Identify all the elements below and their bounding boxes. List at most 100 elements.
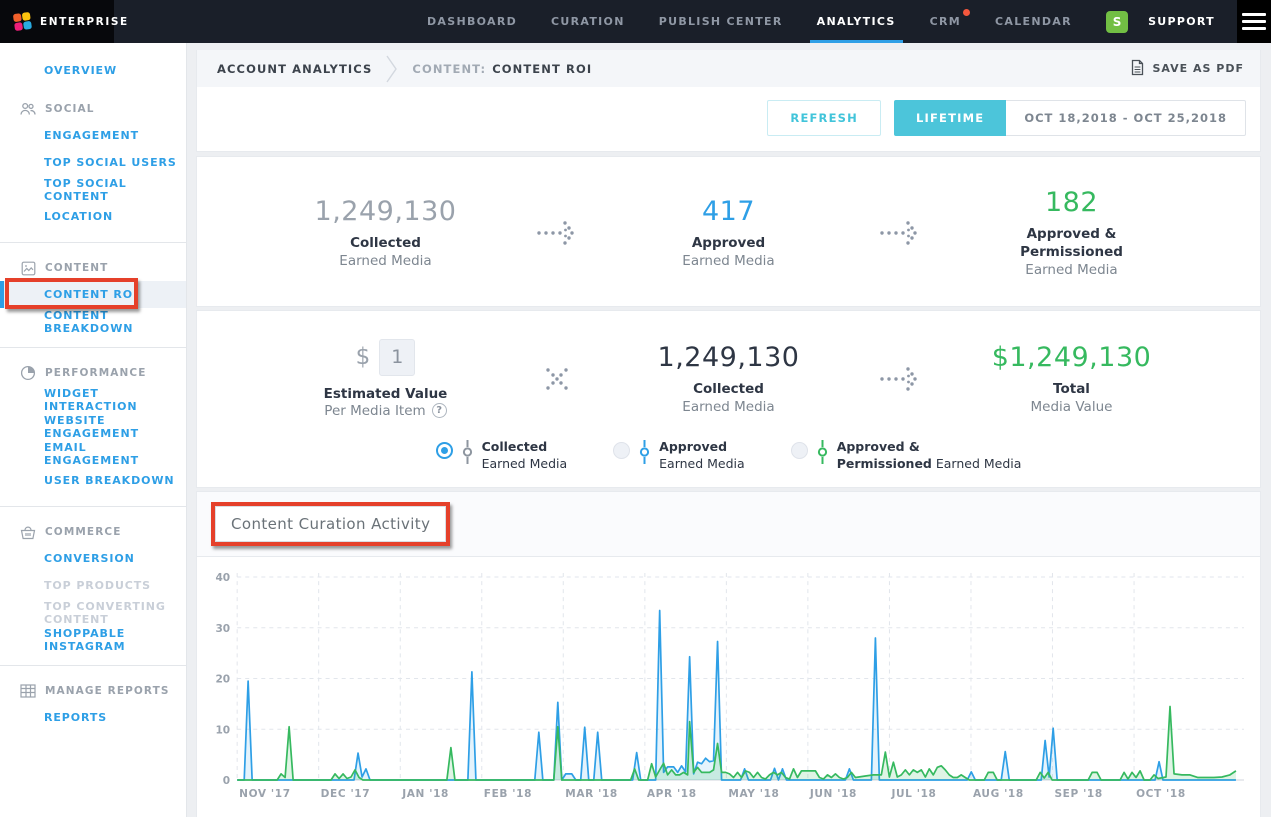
sidebar-item-label: TOP CONVERTING CONTENT: [44, 600, 186, 626]
chart-title: Content Curation Activity: [215, 506, 446, 542]
menu-icon[interactable]: [1237, 0, 1271, 43]
nav-item-label: CALENDAR: [995, 15, 1072, 28]
sidebar-divider: [0, 347, 186, 348]
nav-item-publish-center[interactable]: PUBLISH CENTER: [642, 0, 800, 43]
x-tick-label: JUL '18: [890, 788, 936, 800]
media-option-approved-permissioned[interactable]: Approved &Permissioned Earned Media: [791, 439, 1022, 473]
currency-symbol: $: [356, 344, 371, 370]
sidebar-section-social: SOCIAL: [0, 96, 186, 122]
top-nav: ENTERPRISE DASHBOARD CURATION PUBLISH CENT…: [0, 0, 1271, 43]
approved-stat: 417 Approved Earned Media: [580, 196, 877, 270]
sidebar-item-label: CONVERSION: [44, 552, 135, 565]
sidebar-item-label: CONTENT ROI: [44, 288, 138, 301]
nav-item-label: DASHBOARD: [427, 15, 517, 28]
x-tick-label: JUN '18: [809, 788, 857, 800]
sidebar-item-widget-interaction[interactable]: WIDGET INTERACTION: [0, 386, 186, 413]
y-tick-label: 10: [215, 724, 230, 736]
sidebar-divider: [0, 242, 186, 243]
reports-icon: [20, 683, 36, 699]
sidebar-item-label: LOCATION: [44, 210, 113, 223]
chevron-right-icon: [386, 55, 398, 83]
sidebar-item-location[interactable]: LOCATION: [0, 203, 186, 230]
help-icon[interactable]: ?: [432, 403, 447, 418]
sidebar-item-label: REPORTS: [44, 711, 107, 724]
breadcrumb-page: CONTENT ROI: [492, 62, 592, 76]
sidebar-item-shoppable-instagram[interactable]: SHOPPABLE INSTAGRAM: [0, 626, 186, 653]
nav-item-analytics[interactable]: ANALYTICS: [800, 0, 913, 43]
sidebar-item-reports[interactable]: REPORTS: [0, 704, 186, 731]
nav-item-dashboard[interactable]: DASHBOARD: [410, 0, 534, 43]
lifetime-button[interactable]: LIFETIME: [894, 100, 1006, 136]
save-as-pdf-label: SAVE AS PDF: [1152, 62, 1244, 75]
sidebar-item-engagement[interactable]: ENGAGEMENT: [0, 122, 186, 149]
toolbar: REFRESH LIFETIME OCT 18,2018 - OCT 25,20…: [197, 87, 1260, 151]
chart-grid: NOV '17DEC '17JAN '18FEB '18MAR '18APR '…: [215, 572, 1244, 800]
nav-item-calendar[interactable]: CALENDAR: [978, 0, 1089, 43]
sidebar-item-top-social-content[interactable]: TOP SOCIAL CONTENT: [0, 176, 186, 203]
content-icon: [20, 260, 36, 276]
breadcrumb-account-analytics[interactable]: ACCOUNT ANALYTICS: [217, 62, 372, 76]
sidebar-item-label: TOP SOCIAL USERS: [44, 156, 177, 169]
sidebar-item-label: WEBSITE ENGAGEMENT: [44, 414, 186, 440]
sidebar-item-label: CONTENT BREAKDOWN: [44, 309, 186, 335]
commerce-icon: [20, 524, 36, 540]
sidebar-item-email-engagement[interactable]: EMAIL ENGAGEMENT: [0, 440, 186, 467]
sidebar-item-label: TOP SOCIAL CONTENT: [44, 177, 186, 203]
sidebar-section-label: PERFORMANCE: [45, 367, 146, 379]
earned-media-funnel: 1,249,130 Collected Earned Media 417 App…: [196, 156, 1261, 307]
nav-item-label: ANALYTICS: [817, 15, 896, 28]
sidebar-item-content-roi[interactable]: CONTENT ROI: [0, 281, 186, 308]
sidebar-item-top-social-users[interactable]: TOP SOCIAL USERS: [0, 149, 186, 176]
dotted-arrow-icon: [534, 218, 580, 248]
x-tick-label: AUG '18: [973, 788, 1024, 800]
dotted-arrow-icon: [877, 218, 923, 248]
sidebar-item-label: WIDGET INTERACTION: [44, 387, 186, 413]
sidebar-item-website-engagement[interactable]: WEBSITE ENGAGEMENT: [0, 413, 186, 440]
sidebar-item-user-breakdown[interactable]: USER BREAKDOWN: [0, 467, 186, 494]
sidebar-section-performance: PERFORMANCE: [0, 360, 186, 386]
sidebar-item-top-converting-content: TOP CONVERTING CONTENT: [0, 599, 186, 626]
sidebar: OVERVIEW SOCIALENGAGEMENT TOP SOCIAL USERS…: [0, 43, 187, 817]
brand[interactable]: ENTERPRISE: [0, 0, 114, 43]
radio-unselected-icon[interactable]: [613, 442, 630, 459]
support-link[interactable]: SUPPORT: [1148, 15, 1215, 28]
sidebar-item-label: USER BREAKDOWN: [44, 474, 175, 487]
x-tick-label: DEC '17: [321, 788, 371, 800]
page: ENTERPRISE DASHBOARD CURATION PUBLISH CENT…: [0, 0, 1271, 817]
x-tick-label: OCT '18: [1136, 788, 1186, 800]
sidebar-item-content-breakdown[interactable]: CONTENT BREAKDOWN: [0, 308, 186, 335]
sidebar-section-content: CONTENT: [0, 255, 186, 281]
approved-permissioned-stat: 182 Approved & Permissioned Earned Media: [923, 187, 1220, 280]
notification-dot-icon: [963, 9, 970, 16]
media-type-selector: CollectedEarned Media ApprovedEarned Medi…: [237, 439, 1220, 473]
estimated-value-input[interactable]: [379, 339, 415, 376]
approved-sublabel: Earned Media: [580, 252, 877, 270]
sidebar-item-overview[interactable]: OVERVIEW: [0, 57, 186, 84]
approved-permissioned-value: 182: [923, 187, 1220, 218]
option-label: Approved &Permissioned Earned Media: [837, 439, 1022, 473]
breadcrumb-section: CONTENT:: [412, 62, 486, 76]
sidebar-item-label: EMAIL ENGAGEMENT: [44, 441, 186, 467]
nav-item-crm[interactable]: CRM: [913, 0, 978, 43]
performance-icon: [20, 365, 36, 381]
x-tick-label: MAY '18: [728, 788, 779, 800]
approved-label: Approved: [580, 234, 877, 252]
radio-selected-icon[interactable]: [436, 442, 453, 459]
save-as-pdf-button[interactable]: SAVE AS PDF: [1130, 59, 1244, 79]
nav-item-label: PUBLISH CENTER: [659, 15, 783, 28]
media-option-collected[interactable]: CollectedEarned Media: [436, 439, 568, 473]
annotation-box-chart-title: Content Curation Activity: [211, 502, 450, 546]
approved-permissioned-earned-media-area: [237, 706, 1236, 780]
date-range-button[interactable]: OCT 18,2018 - OCT 25,2018: [1006, 100, 1246, 136]
media-option-approved[interactable]: ApprovedEarned Media: [613, 439, 745, 473]
nav-item-label: CURATION: [551, 15, 625, 28]
collected-label: Collected: [237, 234, 534, 252]
user-avatar[interactable]: S: [1106, 11, 1128, 33]
series-marker-icon: [462, 440, 473, 468]
approved-earned-media-line: [237, 610, 1236, 780]
radio-unselected-icon[interactable]: [791, 442, 808, 459]
sidebar-item-conversion[interactable]: CONVERSION: [0, 545, 186, 572]
refresh-button[interactable]: REFRESH: [767, 100, 881, 136]
nav-item-curation[interactable]: CURATION: [534, 0, 642, 43]
x-tick-label: NOV '17: [239, 788, 290, 800]
